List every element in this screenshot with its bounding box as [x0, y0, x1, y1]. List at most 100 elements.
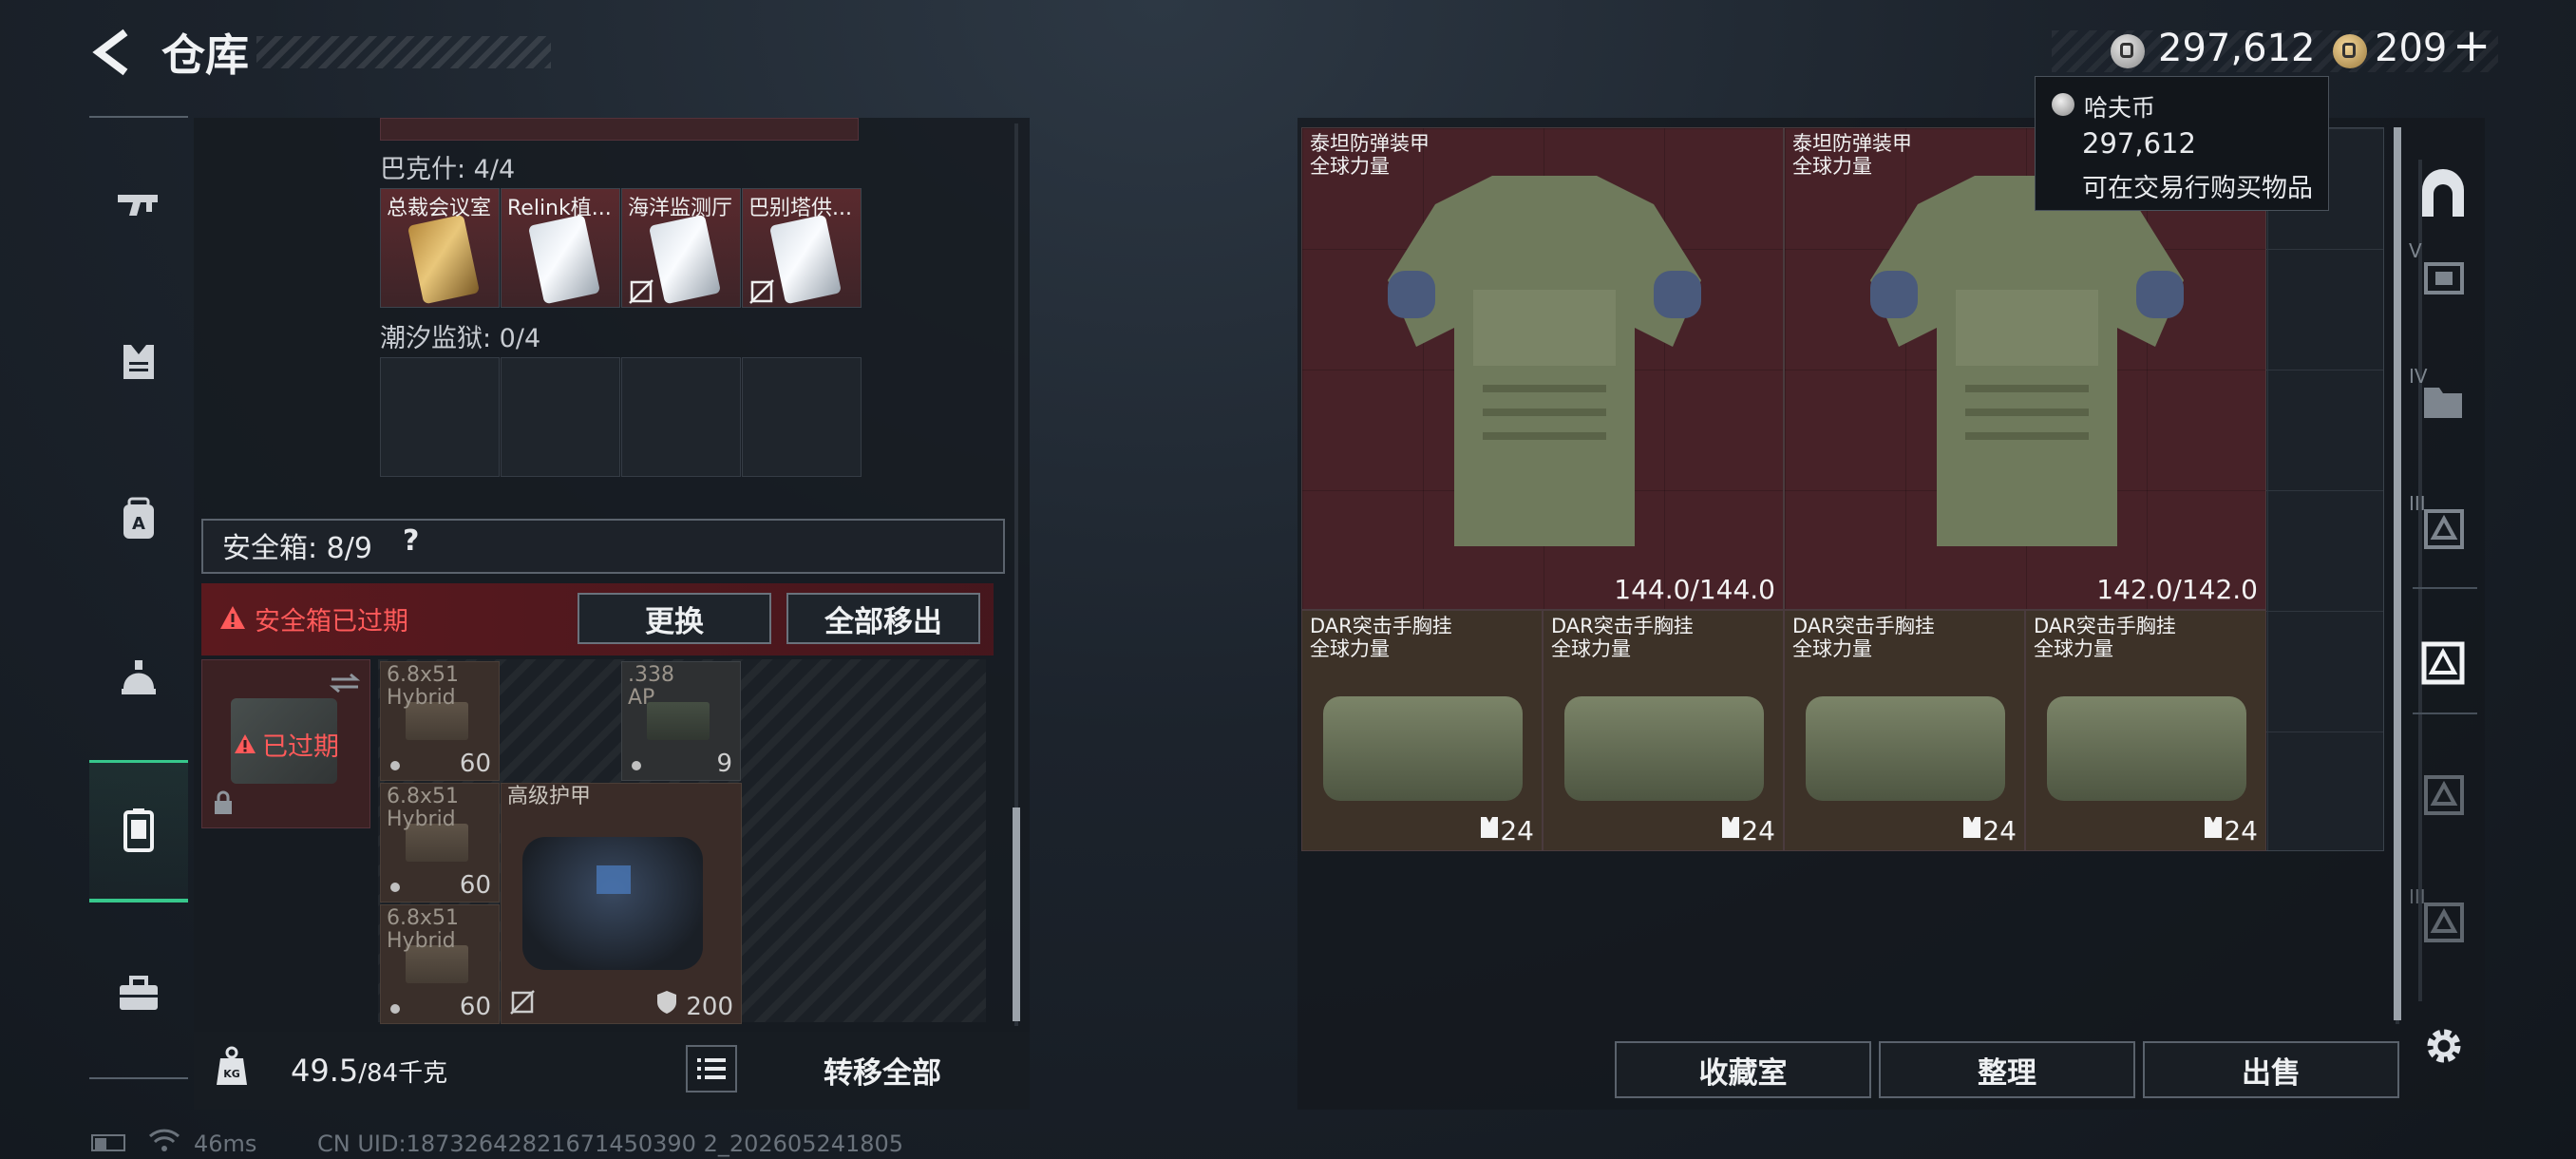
rig-slots-icon [2205, 817, 2223, 838]
keycard-slot[interactable]: 海洋监测厅 [621, 188, 741, 308]
storage-page-5[interactable]: V [2409, 239, 2477, 310]
storage-page-4[interactable]: IV [2409, 365, 2477, 435]
item-faction: 全球力量 [2034, 637, 2113, 660]
rig-slots-value: 24 [1982, 815, 2017, 846]
helmet-bag-icon [122, 660, 156, 694]
storage-page-1[interactable]: III [2409, 885, 2477, 956]
left-scrollbar-thumb[interactable] [1013, 808, 1020, 1021]
no-carry-icon [629, 279, 653, 304]
item-name: DAR突击手胸挂 [2034, 615, 2176, 637]
ping-value: 46ms [194, 1130, 257, 1157]
empty-keycard-slot[interactable] [621, 357, 741, 477]
collection-room-button[interactable]: 收藏室 [1615, 1041, 1871, 1098]
storage-box-icon [2424, 262, 2464, 294]
swap-icon[interactable] [328, 672, 362, 694]
nav-backpack[interactable]: A [89, 448, 188, 591]
armor-label: 高级护甲 [507, 785, 592, 808]
item-name: DAR突击手胸挂 [1551, 615, 1694, 637]
ammo-item[interactable]: 6.8x51 Hybrid 60 [380, 783, 500, 902]
empty-keycard-slot[interactable] [742, 357, 862, 477]
keycard-label: Relink植... [507, 197, 612, 220]
replace-safebox-button[interactable]: 更换 [578, 593, 771, 644]
ammo-count: 60 [459, 993, 491, 1021]
nav-armor[interactable] [89, 291, 188, 433]
ammo-item[interactable]: 6.8x51 Hybrid 60 [380, 661, 500, 781]
safebox-icon [123, 808, 154, 852]
armor-item[interactable]: 高级护甲 200 [501, 783, 742, 1024]
rarity-dot [390, 883, 400, 892]
armor-image [1388, 176, 1701, 546]
weight-icon: KG [217, 1046, 247, 1085]
armor-item[interactable]: 泰坦防弹装甲 全球力量 144.0/144.0 [1301, 127, 1784, 610]
armor-image [522, 837, 703, 970]
haf-coin-balance[interactable]: 297,612 [2158, 27, 2315, 70]
sell-button[interactable]: 出售 [2143, 1041, 2399, 1098]
move-all-out-button[interactable]: 全部移出 [786, 593, 980, 644]
rig-slots-value: 24 [1500, 815, 1534, 846]
battery-level [95, 1138, 106, 1151]
ammo-name: 6.8x51 [387, 906, 460, 930]
rig-slots-icon [1481, 817, 1499, 838]
warning-icon [235, 734, 256, 753]
empty-keycard-slot[interactable] [380, 357, 500, 477]
page-title: 仓库 [161, 29, 249, 81]
nav-weapons[interactable] [89, 133, 188, 276]
keycard-group-label: 巴克什: 4/4 [380, 155, 516, 184]
keycard-slot[interactable]: 巴别塔供... [742, 188, 862, 308]
transfer-all-button[interactable]: 转移全部 [747, 1045, 1018, 1094]
keycard-row-partial [380, 118, 859, 141]
rig-slot-count: 24 [2203, 815, 2258, 846]
item-faction: 全球力量 [1792, 637, 1872, 660]
rig-item[interactable]: DAR突击手胸挂 全球力量 24 [1784, 610, 2025, 851]
storage-page-label: III [2409, 492, 2426, 515]
ammo-item[interactable]: 6.8x51 Hybrid 60 [380, 904, 500, 1024]
toolbox-icon [120, 976, 158, 1010]
keycard-slot[interactable]: 总裁会议室 [380, 188, 500, 308]
lock-icon [215, 790, 232, 814]
item-durability: 142.0/142.0 [2096, 574, 2258, 605]
keycard-image [648, 214, 722, 305]
settings-gear-icon[interactable] [2420, 1022, 2468, 1070]
rarity-dot [390, 1004, 400, 1014]
premium-coin-icon[interactable] [2333, 34, 2367, 68]
ammo-count: 60 [459, 750, 491, 778]
rarity-dot [632, 761, 641, 770]
empty-keycard-slot[interactable] [501, 357, 620, 477]
add-currency-button[interactable]: + [2453, 19, 2491, 72]
ammo-type: Hybrid [387, 808, 456, 831]
haf-coin-icon[interactable] [2111, 34, 2145, 68]
tooltip-title: 哈夫币 [2084, 94, 2156, 122]
storage-page-2[interactable] [2409, 760, 2477, 828]
tooltip-value: 297,612 [2082, 127, 2196, 160]
nav-toolbox[interactable] [89, 922, 188, 1064]
item-faction: 全球力量 [1310, 637, 1390, 660]
rig-item[interactable]: DAR突击手胸挂 全球力量 24 [1543, 610, 1784, 851]
rig-slot-count: 24 [1479, 815, 1534, 846]
back-arrow-icon[interactable] [87, 27, 139, 78]
user-uid: CN UID:18732642821671450390 2_2026052418… [317, 1130, 904, 1157]
rig-item[interactable]: DAR突击手胸挂 全球力量 24 [2025, 610, 2266, 851]
no-carry-icon [749, 279, 774, 304]
storage-page-current[interactable] [2409, 629, 2477, 697]
storage-page-3[interactable]: III [2409, 492, 2477, 562]
item-name: DAR突击手胸挂 [1792, 615, 1935, 637]
storage-scrollbar-thumb[interactable] [2394, 127, 2401, 1020]
rig-item[interactable]: DAR突击手胸挂 全球力量 24 [1301, 610, 1543, 851]
rig-image [2047, 696, 2246, 801]
sort-button[interactable]: 整理 [1879, 1041, 2135, 1098]
keycard-group-label: 潮汐监狱: 0/4 [380, 324, 541, 353]
list-view-button[interactable] [686, 1045, 737, 1092]
carry-weight: 49.5/84千克 [291, 1053, 447, 1089]
nav-safebox[interactable] [89, 760, 188, 902]
safebox-help-button[interactable]: ? [403, 524, 419, 558]
ammo-item[interactable]: .338 AP 9 [621, 661, 741, 781]
nav-helmet[interactable] [89, 606, 188, 749]
svg-text:KG: KG [223, 1068, 240, 1080]
ammo-type: Hybrid [387, 686, 456, 710]
keycard-slot[interactable]: Relink植... [501, 188, 620, 308]
storage-page-home[interactable] [2409, 160, 2477, 228]
wifi-icon [148, 1129, 180, 1151]
keycard-image [527, 214, 601, 305]
premium-coin-balance[interactable]: 209 [2375, 27, 2447, 70]
armor-vest-icon [123, 345, 154, 379]
